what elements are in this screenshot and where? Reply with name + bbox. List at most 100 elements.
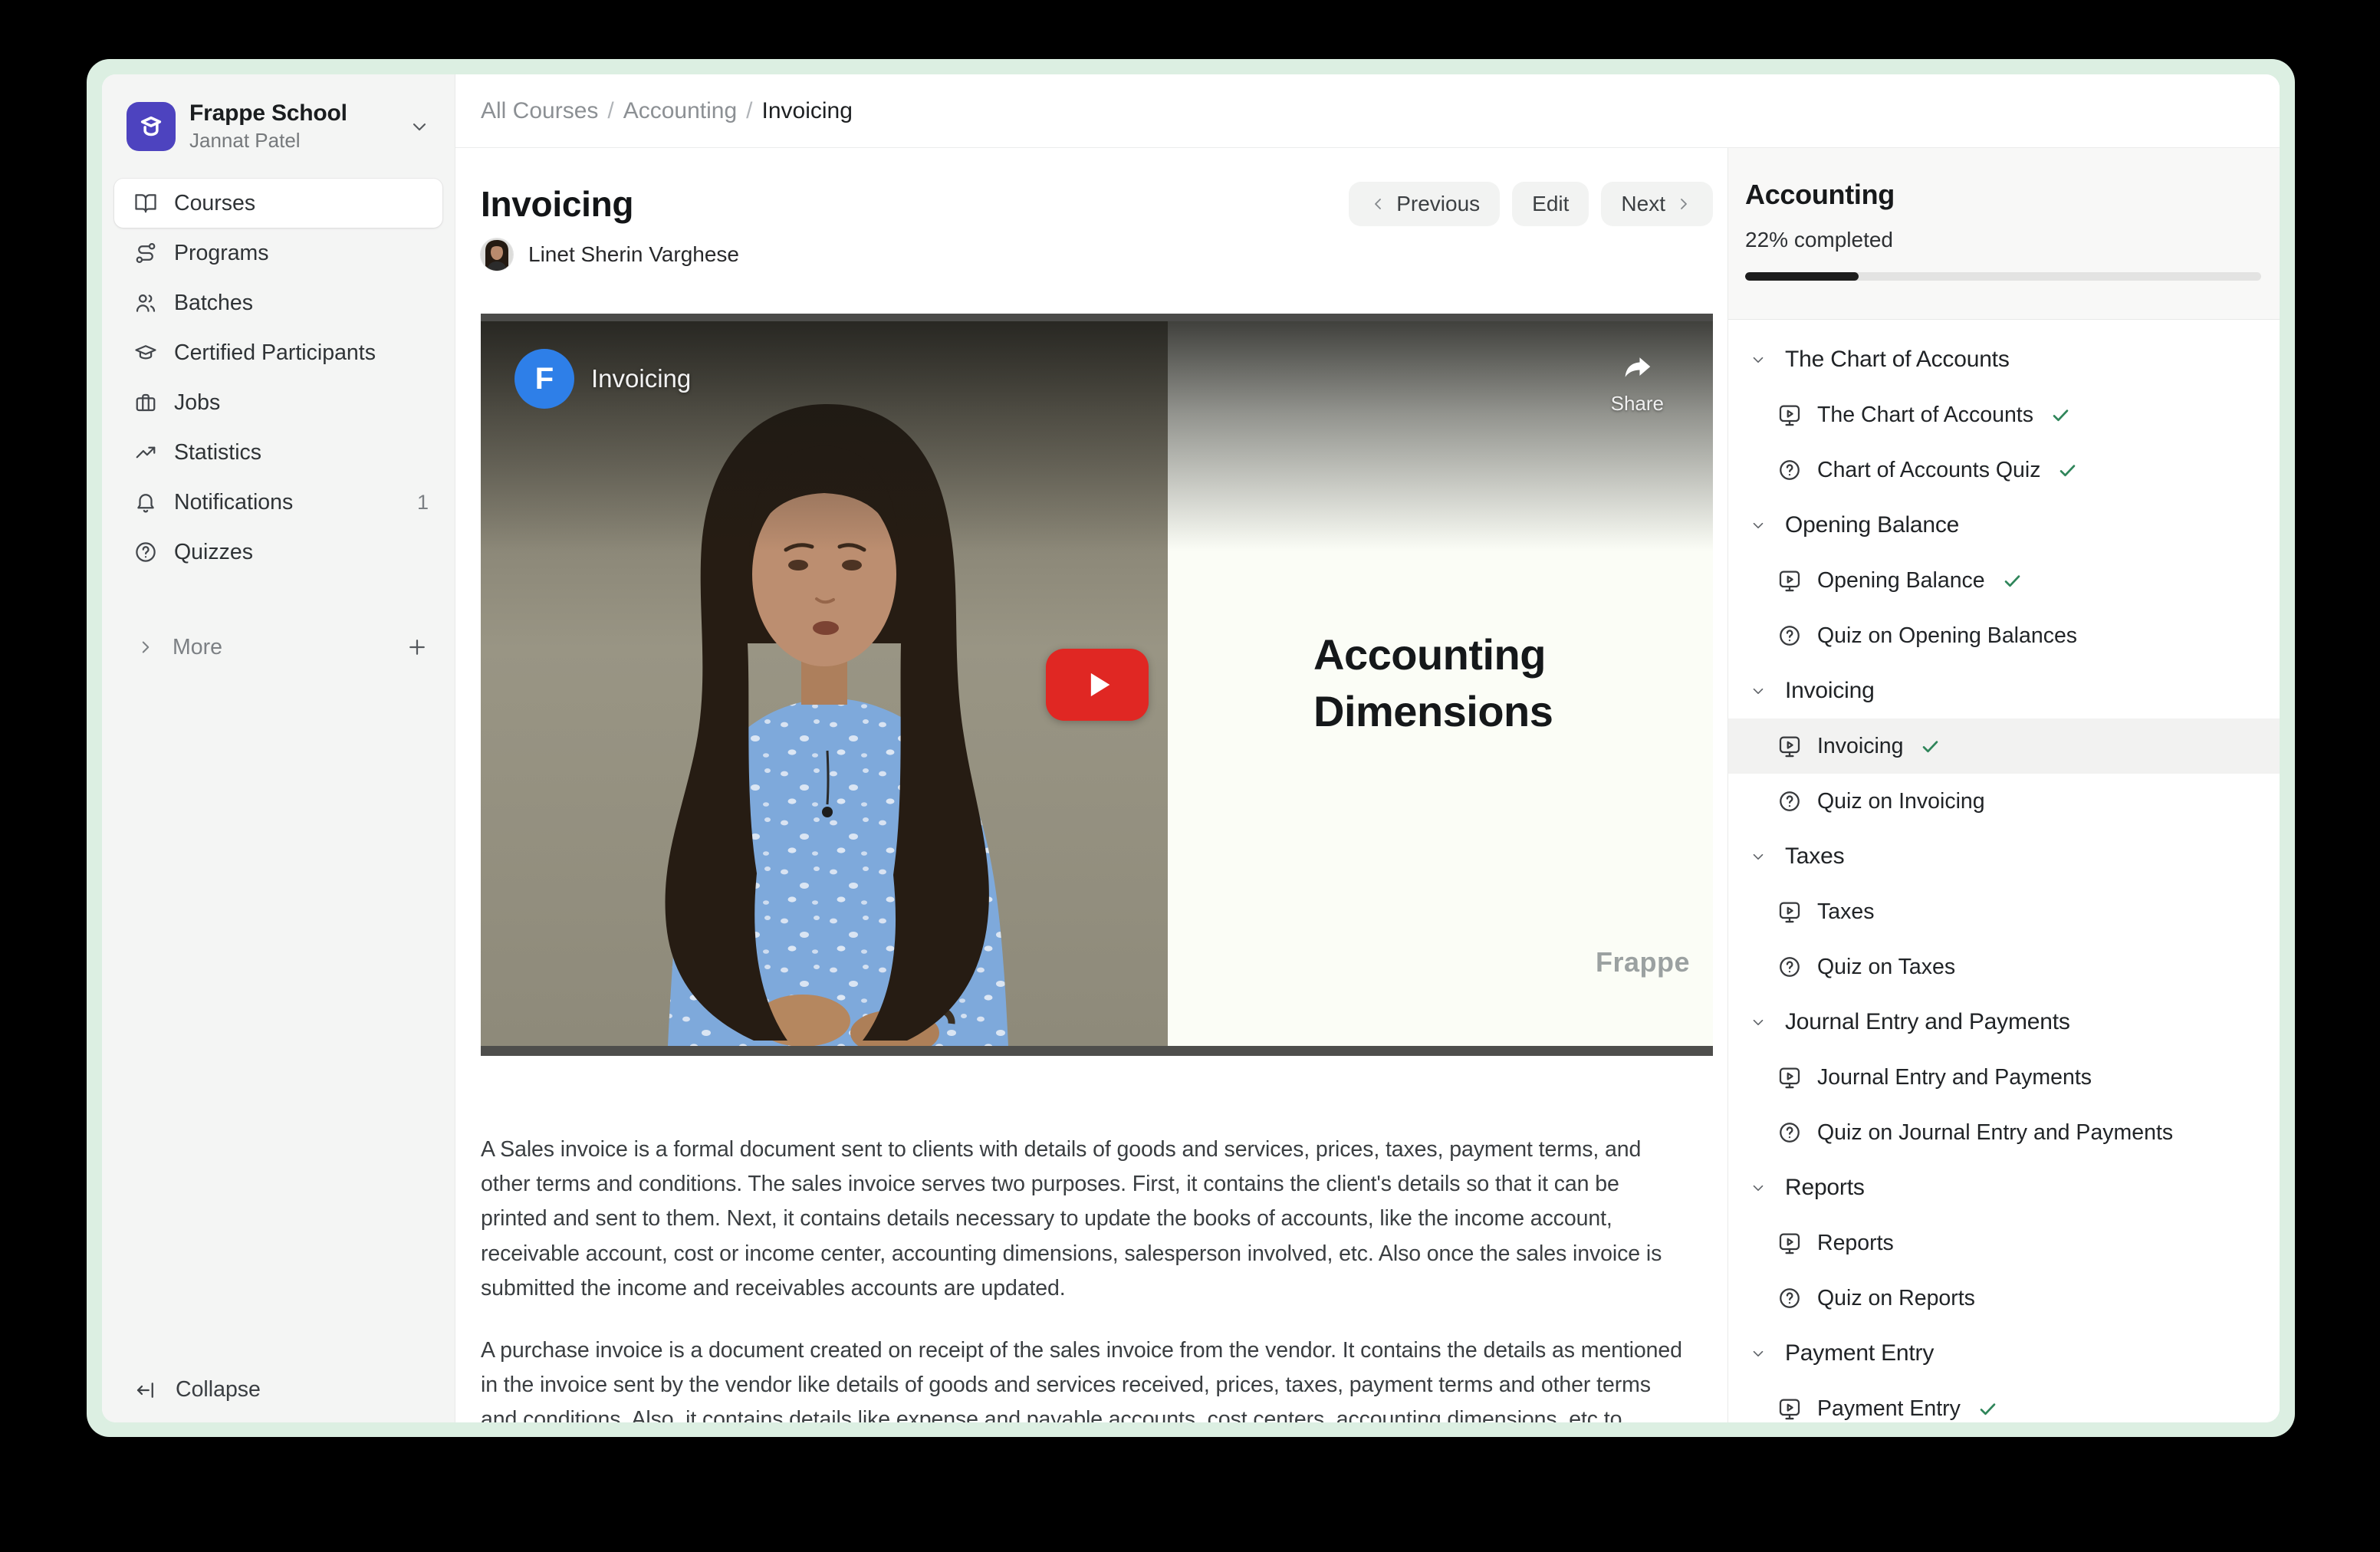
quiz-icon (1777, 458, 1802, 482)
workspace-info: Frappe School Jannat Patel (189, 100, 395, 153)
outline-lesson[interactable]: Quiz on Taxes (1728, 939, 2280, 995)
breadcrumb-bar: All Courses / Accounting / Invoicing (455, 74, 1727, 148)
lesson-title-row: Invoicing Previous Edit Next (481, 182, 1713, 226)
outline-lesson-active[interactable]: Invoicing (1728, 718, 2280, 774)
chapter-the-chart-of-accounts[interactable]: The Chart of Accounts (1728, 332, 2280, 387)
app-window: Frappe School Jannat Patel Courses Progr… (87, 59, 2295, 1437)
check-icon (2002, 570, 2023, 591)
chevron-down-icon (409, 116, 430, 137)
outline-lesson[interactable]: Journal Entry and Payments (1728, 1050, 2280, 1105)
graduation-cap-icon (134, 341, 157, 364)
help-circle-icon (134, 541, 157, 564)
graduation-cap-icon (135, 110, 167, 143)
screenshot-stage: Frappe School Jannat Patel Courses Progr… (0, 0, 2380, 1552)
sidebar-item-label: Programs (174, 241, 269, 266)
collapse-left-icon (134, 1379, 157, 1402)
video-lesson-icon (1777, 1396, 1802, 1421)
sidebar-item-label: Certified Participants (174, 340, 376, 366)
author-row: Linet Sherin Varghese (481, 238, 1714, 271)
outline-lesson[interactable]: Quiz on Reports (1728, 1271, 2280, 1326)
outline-lesson[interactable]: Chart of Accounts Quiz (1728, 442, 2280, 498)
workspace-title: Frappe School (189, 100, 395, 127)
outline-lesson[interactable]: Taxes (1728, 884, 2280, 939)
main-column: All Courses / Accounting / Invoicing Inv… (455, 74, 1727, 1422)
sidebar-item-batches[interactable]: Batches (114, 278, 442, 327)
course-outline: The Chart of Accounts The Chart of Accou… (1728, 320, 2280, 1422)
course-progress-bar (1745, 272, 2261, 281)
outline-lesson[interactable]: The Chart of Accounts (1728, 387, 2280, 442)
sidebar-item-label: Batches (174, 291, 253, 316)
sidebar-nav: Courses Programs Batches Certified Parti… (114, 179, 442, 670)
chevron-right-icon (136, 637, 156, 657)
breadcrumb-accounting[interactable]: Accounting (623, 98, 737, 124)
breadcrumb-separator: / (746, 98, 752, 124)
sidebar-item-certified-participants[interactable]: Certified Participants (114, 328, 442, 377)
share-label: Share (1611, 392, 1664, 416)
sidebar-item-programs[interactable]: Programs (114, 229, 442, 278)
breadcrumb-separator: / (607, 98, 613, 124)
quiz-icon (1777, 955, 1802, 979)
channel-avatar[interactable]: F (514, 349, 574, 409)
paragraph: A Sales invoice is a formal document sen… (481, 1133, 1691, 1306)
workspace-user: Jannat Patel (189, 129, 395, 153)
quiz-icon (1777, 623, 1802, 648)
outline-lesson[interactable]: Reports (1728, 1215, 2280, 1271)
lesson-content: Invoicing Previous Edit Next (455, 148, 1727, 1422)
check-icon (2057, 460, 2078, 481)
sidebar-more-label: More (173, 635, 222, 660)
paragraph: A purchase invoice is a document created… (481, 1333, 1691, 1422)
edit-button[interactable]: Edit (1512, 182, 1589, 226)
play-button[interactable] (1046, 649, 1149, 721)
sidebar-item-jobs[interactable]: Jobs (114, 378, 442, 427)
chevron-down-icon (1750, 1014, 1767, 1031)
sidebar-item-more[interactable]: More (114, 624, 442, 670)
briefcase-icon (134, 391, 157, 414)
video-lesson-icon (1777, 568, 1802, 593)
youtube-video-player[interactable]: Accounting Dimensions Frappe F Invoicing (481, 314, 1713, 1056)
next-button[interactable]: Next (1601, 182, 1713, 226)
previous-button[interactable]: Previous (1349, 182, 1500, 226)
outline-lesson[interactable]: Payment Entry (1728, 1381, 2280, 1422)
chapter-journal-entry-and-payments[interactable]: Journal Entry and Payments (1728, 995, 2280, 1050)
video-bottom-strip (481, 1046, 1713, 1056)
outline-lesson[interactable]: Quiz on Journal Entry and Payments (1728, 1105, 2280, 1160)
course-outline-panel: Accounting 22% completed The Chart of Ac… (1727, 74, 2280, 1422)
check-icon (1977, 1399, 1998, 1419)
breadcrumb-all-courses[interactable]: All Courses (481, 98, 598, 124)
chevron-down-icon (1750, 682, 1767, 699)
sidebar-item-quizzes[interactable]: Quizzes (114, 528, 442, 577)
sidebar-item-courses[interactable]: Courses (114, 179, 442, 228)
slide-title: Accounting Dimensions (1313, 626, 1553, 741)
quiz-icon (1777, 789, 1802, 814)
sidebar-item-notifications[interactable]: Notifications 1 (114, 478, 442, 527)
route-icon (134, 242, 157, 265)
video-slide-region: Accounting Dimensions Frappe (1168, 321, 1713, 1046)
video-title[interactable]: Invoicing (591, 364, 691, 393)
chevron-left-icon (1369, 195, 1387, 213)
left-sidebar: Frappe School Jannat Patel Courses Progr… (102, 74, 455, 1422)
book-open-icon (134, 192, 157, 215)
chapter-payment-entry[interactable]: Payment Entry (1728, 1326, 2280, 1381)
outline-lesson[interactable]: Opening Balance (1728, 553, 2280, 608)
workspace-switcher[interactable]: Frappe School Jannat Patel (114, 94, 442, 159)
play-icon (1076, 663, 1119, 706)
chapter-invoicing[interactable]: Invoicing (1728, 663, 2280, 718)
plus-icon[interactable] (406, 636, 429, 659)
course-progress-header: Accounting 22% completed (1728, 148, 2280, 320)
course-progress-label: 22% completed (1745, 228, 2261, 252)
chevron-down-icon (1750, 848, 1767, 865)
video-top-strip (481, 314, 1713, 321)
sidebar-collapse-button[interactable]: Collapse (134, 1377, 261, 1402)
chapter-opening-balance[interactable]: Opening Balance (1728, 498, 2280, 553)
chapter-taxes[interactable]: Taxes (1728, 829, 2280, 884)
breadcrumb: All Courses / Accounting / Invoicing (481, 98, 853, 124)
collapse-label: Collapse (176, 1377, 261, 1402)
outline-lesson[interactable]: Quiz on Opening Balances (1728, 608, 2280, 663)
outline-lesson[interactable]: Quiz on Invoicing (1728, 774, 2280, 829)
chapter-reports[interactable]: Reports (1728, 1160, 2280, 1215)
chevron-down-icon (1750, 351, 1767, 368)
sidebar-item-statistics[interactable]: Statistics (114, 428, 442, 477)
share-button[interactable]: Share (1611, 350, 1664, 416)
video-lesson-icon (1777, 734, 1802, 758)
sidebar-item-label: Notifications (174, 490, 293, 515)
